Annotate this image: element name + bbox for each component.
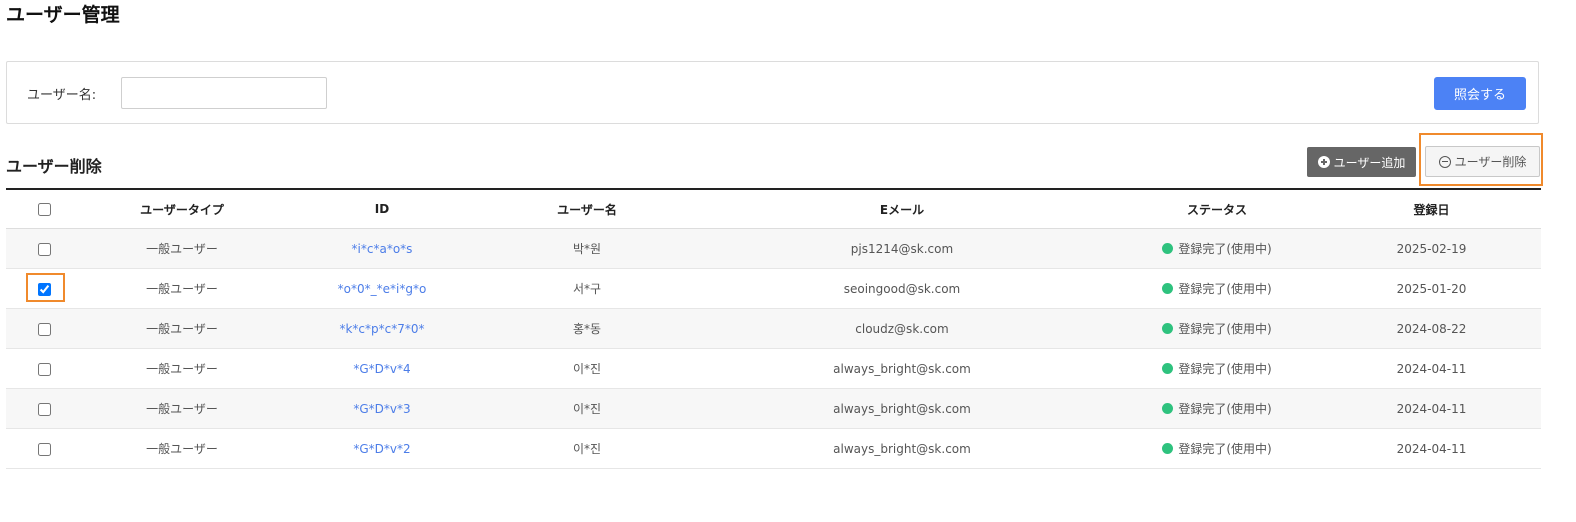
table-header-row: ユーザータイプ ID ユーザー名 Eメール ステータス 登録日 xyxy=(6,189,1541,229)
select-all-header xyxy=(6,189,82,229)
user-id-link[interactable]: *G*D*v*2 xyxy=(353,442,410,456)
add-user-button-label: ユーザー追加 xyxy=(1333,155,1406,170)
user-id-link[interactable]: *G*D*v*3 xyxy=(353,402,410,416)
status-dot-icon xyxy=(1162,243,1174,254)
search-label: ユーザー名: xyxy=(27,88,97,103)
cell-email: always_bright@sk.com xyxy=(692,348,1112,389)
user-table: ユーザータイプ ID ユーザー名 Eメール ステータス 登録日 一般ユーザー *i… xyxy=(6,188,1541,469)
status-text: 登録完了(使用中) xyxy=(1178,402,1272,416)
user-id-link[interactable]: *k*c*p*c*7*0* xyxy=(339,322,424,336)
status-text: 登録完了(使用中) xyxy=(1178,362,1272,376)
table-row: 一般ユーザー *i*c*a*o*s 박*원 pjs1214@sk.com 登録完了(使用… xyxy=(6,228,1541,269)
cell-user-name: 이*진 xyxy=(482,388,692,429)
row-checkbox[interactable] xyxy=(37,322,51,336)
cell-user-name: 서*구 xyxy=(482,268,692,309)
row-select-cell xyxy=(6,228,82,269)
minus-circle-icon xyxy=(1438,155,1451,168)
cell-id: *G*D*v*3 xyxy=(282,388,482,429)
status-dot-icon xyxy=(1162,363,1174,374)
status-dot-icon xyxy=(1162,403,1174,414)
header-user-name: ユーザー名 xyxy=(482,189,692,229)
cell-registered: 2024-08-22 xyxy=(1322,308,1541,349)
cell-id: *o*0*_*e*i*g*o xyxy=(282,268,482,309)
search-panel: ユーザー名: 照会する xyxy=(6,61,1539,124)
status-text: 登録完了(使用中) xyxy=(1178,442,1272,456)
cell-user-type: 一般ユーザー xyxy=(82,268,282,309)
header-id: ID xyxy=(282,189,482,229)
cell-email: always_bright@sk.com xyxy=(692,388,1112,429)
header-user-type: ユーザータイプ xyxy=(82,189,282,229)
status-dot-icon xyxy=(1162,443,1174,454)
cell-registered: 2024-04-11 xyxy=(1322,348,1541,389)
search-button[interactable]: 照会する xyxy=(1434,77,1526,110)
add-user-button[interactable]: ユーザー追加 xyxy=(1307,147,1416,177)
cell-registered: 2024-04-11 xyxy=(1322,388,1541,429)
cell-email: always_bright@sk.com xyxy=(692,428,1112,469)
status-text: 登録完了(使用中) xyxy=(1178,322,1272,336)
cell-user-name: 이*진 xyxy=(482,428,692,469)
table-row: 一般ユーザー *k*c*p*c*7*0* 홍*동 cloudz@sk.com 登録完了(… xyxy=(6,308,1541,349)
cell-user-type: 一般ユーザー xyxy=(82,308,282,349)
row-select-cell xyxy=(6,308,82,349)
row-select-cell xyxy=(6,428,82,469)
status-text: 登録完了(使用中) xyxy=(1178,282,1272,296)
plus-circle-icon xyxy=(1317,156,1330,168)
header-status: ステータス xyxy=(1112,189,1322,229)
cell-status: 登録完了(使用中) xyxy=(1112,388,1322,429)
user-id-link[interactable]: *o*0*_*e*i*g*o xyxy=(338,282,427,296)
row-checkbox[interactable] xyxy=(37,282,51,296)
row-checkbox[interactable] xyxy=(37,362,51,376)
header-registered: 登録日 xyxy=(1322,189,1541,229)
cell-user-name: 이*진 xyxy=(482,348,692,389)
row-checkbox[interactable] xyxy=(37,402,51,416)
row-select-cell xyxy=(6,268,82,309)
row-select-cell xyxy=(6,348,82,389)
cell-status: 登録完了(使用中) xyxy=(1112,228,1322,269)
table-row: 一般ユーザー *G*D*v*3 이*진 always_bright@sk.com 登録完… xyxy=(6,388,1541,429)
user-id-link[interactable]: *G*D*v*4 xyxy=(353,362,410,376)
select-all-checkbox[interactable] xyxy=(37,203,51,216)
cell-registered: 2024-04-11 xyxy=(1322,428,1541,469)
delete-user-button-label: ユーザー削除 xyxy=(1454,155,1527,169)
cell-id: *k*c*p*c*7*0* xyxy=(282,308,482,349)
cell-user-type: 一般ユーザー xyxy=(82,428,282,469)
user-name-search-input[interactable] xyxy=(121,77,327,109)
row-checkbox[interactable] xyxy=(37,442,51,456)
section-title: ユーザー削除 xyxy=(6,157,102,176)
status-text: 登録完了(使用中) xyxy=(1178,242,1272,256)
cell-user-type: 一般ユーザー xyxy=(82,348,282,389)
cell-id: *G*D*v*4 xyxy=(282,348,482,389)
cell-status: 登録完了(使用中) xyxy=(1112,348,1322,389)
cell-user-name: 홍*동 xyxy=(482,308,692,349)
cell-id: *G*D*v*2 xyxy=(282,428,482,469)
table-row: 一般ユーザー *G*D*v*4 이*진 always_bright@sk.com 登録完… xyxy=(6,348,1541,389)
cell-id: *i*c*a*o*s xyxy=(282,228,482,269)
cell-user-type: 一般ユーザー xyxy=(82,388,282,429)
cell-email: seoingood@sk.com xyxy=(692,268,1112,309)
delete-user-button[interactable]: ユーザー削除 xyxy=(1425,146,1540,177)
row-checkbox[interactable] xyxy=(37,242,51,256)
cell-status: 登録完了(使用中) xyxy=(1112,428,1322,469)
status-dot-icon xyxy=(1162,323,1174,334)
cell-status: 登録完了(使用中) xyxy=(1112,268,1322,309)
cell-status: 登録完了(使用中) xyxy=(1112,308,1322,349)
row-select-cell xyxy=(6,388,82,429)
header-email: Eメール xyxy=(692,189,1112,229)
cell-registered: 2025-01-20 xyxy=(1322,268,1541,309)
cell-registered: 2025-02-19 xyxy=(1322,228,1541,269)
table-row: 一般ユーザー *G*D*v*2 이*진 always_bright@sk.com 登録完… xyxy=(6,428,1541,469)
table-row: 一般ユーザー *o*0*_*e*i*g*o 서*구 seoingood@sk.com 登… xyxy=(6,268,1541,309)
cell-email: pjs1214@sk.com xyxy=(692,228,1112,269)
page-title: ユーザー管理 xyxy=(6,4,120,26)
cell-email: cloudz@sk.com xyxy=(692,308,1112,349)
cell-user-name: 박*원 xyxy=(482,228,692,269)
status-dot-icon xyxy=(1162,283,1174,294)
user-id-link[interactable]: *i*c*a*o*s xyxy=(352,242,413,256)
cell-user-type: 一般ユーザー xyxy=(82,228,282,269)
table-body: 一般ユーザー *i*c*a*o*s 박*원 pjs1214@sk.com 登録完了(使用… xyxy=(6,228,1541,469)
